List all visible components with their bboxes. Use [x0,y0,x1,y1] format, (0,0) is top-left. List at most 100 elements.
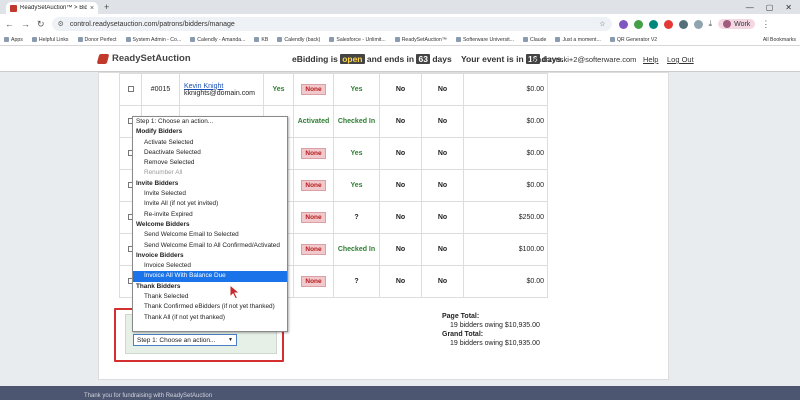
menu-icon[interactable]: ⋮ [761,19,770,30]
bookmark-item[interactable]: Apps [4,37,23,43]
bookmark-item[interactable]: Helpful Links [31,36,69,43]
dropdown-option[interactable]: Invoice All With Balance Due [133,271,287,282]
bookmark-item[interactable]: Donor Perfect [77,36,117,43]
bookmark-item[interactable]: Calendly - Amanda... [190,37,245,43]
close-tab-icon[interactable]: × [90,5,94,12]
bookmark-label: Donor Perfect [84,36,117,43]
bookmark-label: Just a moment... [562,36,601,43]
sidepanel-icon[interactable] [693,19,703,29]
all-bookmarks[interactable]: All Bookmarks [763,37,796,43]
bookmark-icon [455,37,461,42]
browser-toolbar: ← → ↻ ⚙ control.readysetauction.com/patr… [0,14,800,34]
table-cell: None [293,169,334,202]
dropdown-option[interactable]: Remove Selected [133,158,287,168]
bookmark-star-icon[interactable]: ☆ [599,20,605,28]
dropdown-option[interactable]: Send Welcome Email to Selected [133,230,287,240]
dropdown-option[interactable]: Step 1: Choose an action... [133,117,287,127]
bookmark-item[interactable]: KB [254,37,268,43]
puzzle-icon[interactable] [678,19,688,29]
bookmark-icon [190,37,196,42]
row-checkbox[interactable] [127,85,134,92]
reload-icon[interactable]: ↻ [37,19,45,30]
browser-tab[interactable]: ReadySetAuction™ > Bidders × [6,2,98,14]
option-group-label: Thank Bidders [136,282,181,290]
bookmark-icon [31,37,37,42]
bookmark-label: Calendly (back) [284,36,321,43]
app-header: ReadySetAuction eBidding is open and end… [0,46,800,72]
maximize-icon[interactable]: ▢ [766,3,774,12]
bookmark-item[interactable]: Salesforce - Unlimit... [329,37,386,43]
forward-icon[interactable]: → [21,19,30,29]
table-cell: None [293,201,334,234]
extension-icon[interactable] [648,19,658,29]
bookmark-item[interactable]: Just a moment... [555,36,601,43]
status-badge: None [301,84,326,95]
cell-value: $0.00 [526,86,544,93]
extension-icon[interactable] [633,19,643,29]
dropdown-option[interactable]: Thank Confirmed eBidders (if not yet tha… [133,302,287,312]
dropdown-option[interactable]: Invoice Selected [133,261,287,271]
cell-value: Yes [272,86,285,93]
cell-value: No [437,150,448,157]
cell-value: No [437,182,448,189]
cell-value: No [437,214,448,221]
bookmark-item[interactable]: Calendly (back) [277,37,320,43]
bookmark-icon [254,37,260,42]
bookmark-item[interactable]: QR Generator V2 [609,36,658,43]
cell-value: No [395,182,406,189]
profile-label: Work [734,20,751,28]
dropdown-option[interactable]: Thank All (if not yet thanked) [133,313,287,323]
avatar [723,20,732,28]
cell-value: No [395,150,406,157]
bookmark-icon [4,37,9,42]
new-tab-icon[interactable]: + [104,2,109,12]
bookmark-label: QR Generator V2 [616,36,658,43]
bookmark-item[interactable]: ReadySetAuction™ [394,37,447,43]
bookmark-item[interactable]: System Admin - Co... [125,37,181,43]
bookmark-label: Apps [11,36,23,43]
cell-value: No [395,214,406,221]
dropdown-option[interactable]: Re-invite Expired [133,210,287,220]
table-cell: $100.00 [463,233,548,266]
table-cell [119,73,142,106]
address-bar[interactable]: ⚙ control.readysetauction.com/patrons/bi… [51,17,612,31]
cell-value: Checked In [337,118,376,125]
dropdown-option[interactable]: Activate Selected [133,138,287,148]
close-window-icon[interactable]: ✕ [785,3,792,12]
cell-value: $0.00 [526,118,544,125]
download-icon[interactable]: ⤓ [709,19,713,29]
dropdown-option[interactable]: Deactivate Selected [133,148,287,158]
cell-value: #0015 [150,86,171,93]
grand-total-value: 19 bidders owing $10,935.00 [450,340,540,347]
bookmark-item[interactable]: Claude [523,37,546,43]
dropdown-option[interactable]: Send Welcome Email to All Confirmed/Acti… [133,241,287,251]
table-cell: None [293,265,334,298]
cell-value: No [437,86,448,93]
extension-icon[interactable] [663,19,673,29]
action-dropdown-list[interactable]: Step 1: Choose an action... Modify Bidder… [132,116,288,332]
bidder-name-link[interactable]: Kevin Knight [184,83,223,90]
table-cell: Checked In [333,105,380,138]
table-cell: No [421,265,464,298]
dropdown-option[interactable]: Invite Selected [133,189,287,199]
bookmark-label: Claude [530,36,547,43]
table-row[interactable]: #0015 Kevin Knight kknights@domain.com Yes N… [119,73,548,106]
bookmark-icon [329,37,335,42]
table-cell: $0.00 [463,265,548,298]
help-link[interactable]: Help [643,55,658,64]
table-cell: No [379,265,422,298]
bookmark-item[interactable]: Softerware Universit... [455,37,514,43]
minimize-icon[interactable]: — [746,3,754,12]
back-icon[interactable]: ← [5,19,14,29]
site-info-icon[interactable]: ⚙ [58,20,64,28]
logout-link[interactable]: Log Out [667,55,694,64]
cell-value: Yes [350,182,363,189]
dropdown-option[interactable]: Invite All (if not yet invited) [133,199,287,209]
profile-button[interactable]: Work [718,19,756,29]
extension-icon[interactable] [618,19,628,29]
dropdown-option[interactable]: Thank Selected [133,292,287,302]
table-cell: $0.00 [463,73,548,106]
app-logo[interactable]: ReadySetAuction [96,53,191,64]
table-cell: Yes [333,73,380,106]
bookmark-label: Helpful Links [38,36,69,43]
